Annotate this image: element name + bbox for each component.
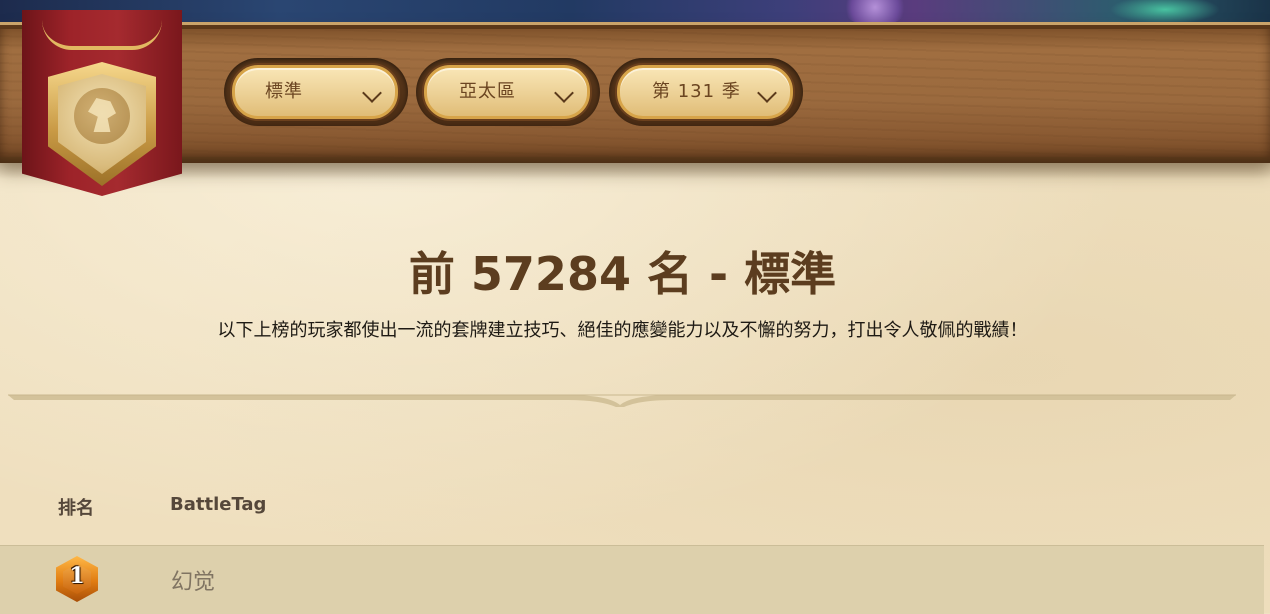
chevron-down-icon [362, 83, 382, 103]
region-dropdown-label: 亞太區 [459, 81, 516, 102]
page-description: 以下上榜的玩家都使出一流的套牌建立技巧、絕佳的應變能力以及不懈的努力，打出令人敬… [217, 320, 1028, 341]
season-dropdown-frame: 第 131 季 [609, 58, 803, 126]
page-title: 前 57284 名 - 標準 [408, 247, 837, 301]
artwork-creature [840, 0, 910, 24]
mode-dropdown-label: 標準 [265, 81, 303, 102]
region-dropdown[interactable]: 亞太區 [424, 65, 590, 119]
artwork-foliage [1110, 0, 1220, 24]
chevron-down-icon [757, 83, 777, 103]
player-battletag[interactable]: 幻觉 [171, 564, 215, 596]
rank-number: 1 [69, 563, 85, 589]
banner-ornament [42, 20, 162, 50]
season-dropdown[interactable]: 第 131 季 [617, 65, 793, 119]
section-divider [8, 394, 1236, 407]
crest-banner [12, 10, 192, 200]
column-header-battletag[interactable]: BattleTag [170, 494, 266, 515]
season-dropdown-label: 第 131 季 [652, 81, 741, 102]
mode-dropdown-frame: 標準 [224, 58, 408, 126]
chevron-down-icon [554, 83, 574, 103]
region-dropdown-frame: 亞太區 [416, 58, 600, 126]
pegasus-emblem-icon [74, 88, 130, 144]
column-header-rank[interactable]: 排名 [58, 494, 94, 520]
mode-dropdown[interactable]: 標準 [232, 65, 398, 119]
